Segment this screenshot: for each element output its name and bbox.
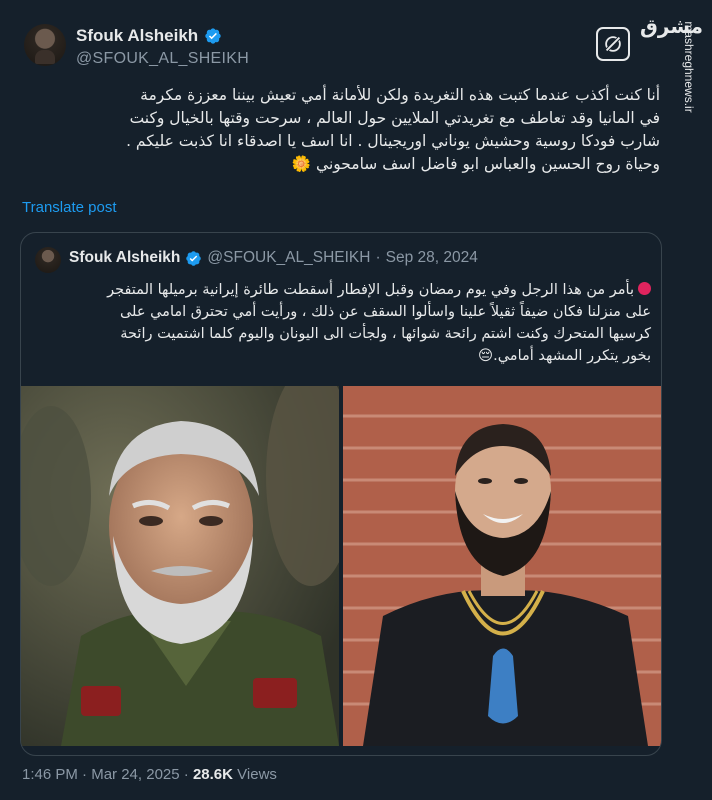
photo-bearded-man[interactable] — [343, 386, 661, 746]
author-name-row: Sfouk Alsheikh — [76, 26, 222, 46]
grok-icon — [604, 35, 622, 53]
photo-military-man-image — [21, 386, 339, 746]
tweet-line: وحياة روح الحسين والعباس ابو فاضل اسف سا… — [291, 155, 660, 173]
photo-military-man[interactable] — [21, 386, 339, 746]
quoted-header: Sfouk Alsheikh @SFOUK_AL_SHEIKH · Sep 28… — [69, 249, 478, 267]
quoted-date[interactable]: Sep 28, 2024 — [386, 249, 478, 267]
translate-post-link[interactable]: Translate post — [22, 199, 117, 216]
watermark-site-text: mashreghnews.ir — [682, 21, 696, 113]
author-avatar[interactable] — [24, 24, 66, 66]
quoted-separator: · — [375, 249, 381, 266]
quoted-line: بأمر من هذا الرجل وفي يوم رمضان وقبل الإ… — [107, 282, 634, 298]
tweet-time[interactable]: 1:46 PM — [22, 766, 78, 783]
quoted-line: على منزلنا فكان ضيفاً ثقيلاً علينا واسأل… — [119, 304, 651, 320]
meta-separator: · — [183, 766, 189, 783]
author-handle[interactable]: @SFOUK_AL_SHEIKH — [76, 50, 249, 68]
meta-separator: · — [82, 766, 88, 783]
views-count: 28.6K — [192, 766, 233, 783]
quoted-author-name[interactable]: Sfouk Alsheikh — [69, 249, 180, 267]
tweet-text: أنا كنت أكذب عندما كتبت هذه التغريدة ولك… — [20, 84, 660, 176]
grok-button[interactable] — [596, 27, 630, 61]
views-label: Views — [237, 766, 277, 783]
quoted-line: كرسيها المتحرك وكنت اشتم رائحة شوائها ، … — [120, 326, 651, 342]
red-circle-icon — [638, 282, 651, 295]
photo-bearded-man-image — [343, 386, 661, 746]
watermark-logo: مشرق — [640, 14, 704, 38]
quoted-author-handle: @SFOUK_AL_SHEIKH — [207, 249, 371, 266]
author-name[interactable]: Sfouk Alsheikh — [76, 26, 198, 46]
tweet-line: في المانيا وقد تعاطف مع تغريدتي الملايين… — [129, 109, 660, 127]
quoted-line: بخور يتكرر المشهد أمامي.😔 — [478, 348, 651, 364]
quoted-text: بأمر من هذا الرجل وفي يوم رمضان وقبل الإ… — [33, 279, 651, 367]
tweet-date[interactable]: Mar 24, 2025 — [91, 766, 179, 783]
verified-badge-icon — [205, 28, 221, 44]
watermark-site: mashreghnews.ir — [678, 12, 700, 122]
verified-badge-icon — [186, 250, 202, 266]
tweet-line: شارب فودكا روسية وحشيش يوناني اوريجينال … — [126, 132, 660, 150]
tweet-meta: 1:46 PM · Mar 24, 2025 · 28.6K Views — [22, 766, 277, 783]
quoted-tweet[interactable]: Sfouk Alsheikh @SFOUK_AL_SHEIKH · Sep 28… — [20, 232, 662, 756]
tweet-line: أنا كنت أكذب عندما كتبت هذه التغريدة ولك… — [140, 86, 660, 104]
quoted-author-avatar[interactable] — [35, 247, 61, 273]
